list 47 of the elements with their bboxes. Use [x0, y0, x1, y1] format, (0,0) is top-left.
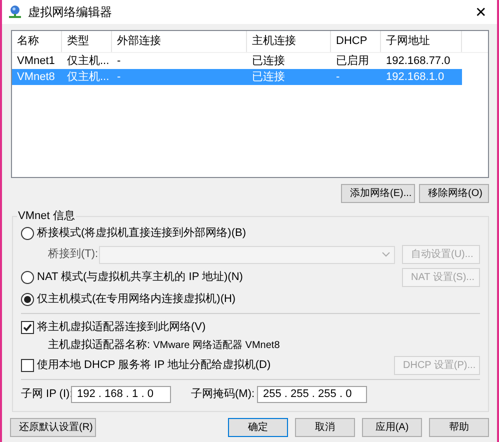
checkbox[interactable]	[21, 358, 34, 372]
table-cell-text: 192.168.77.0	[385, 54, 452, 69]
radio-label: NAT 模式(与虚拟机共享主机的 IP 地址)(N)	[37, 270, 243, 286]
help-button[interactable]: 帮助	[429, 418, 489, 437]
bridge-label: 桥接到(T):	[48, 246, 100, 262]
radio-label: 桥接模式(将虚拟机直接连接到外部网络)(B)	[37, 226, 246, 241]
subnet-mask-label: 子网掩码(M):	[191, 386, 256, 402]
close-button[interactable]: ✕	[471, 2, 491, 22]
ok-button[interactable]: 确定	[228, 418, 288, 437]
table-cell-text: -	[116, 70, 122, 85]
subnet-ip-field[interactable]: 192 . 168 . 1 . 0	[71, 386, 171, 402]
radio-button[interactable]	[21, 226, 34, 240]
table-cell-text: VMnet1	[16, 54, 56, 69]
table-cell-text: 仅主机...	[66, 54, 110, 69]
column-header[interactable]: 外部连接	[112, 31, 247, 52]
subnet-mask-field[interactable]: 255 . 255 . 255 . 0	[257, 386, 367, 402]
column-header[interactable]: 子网地址	[381, 31, 462, 52]
radio-button[interactable]	[21, 292, 34, 306]
table-cell-text: 已连接	[251, 70, 286, 85]
radio-button[interactable]	[21, 271, 34, 284]
add-network-button[interactable]: 添加网络(E)...	[341, 184, 415, 203]
group-title: VMnet 信息	[17, 209, 76, 223]
table-cell-text: VMnet8	[16, 70, 56, 85]
table-cell-text: 已连接	[251, 54, 286, 69]
column-header[interactable]: DHCP	[331, 31, 381, 52]
checkbox[interactable]	[21, 320, 34, 334]
apply-button[interactable]: 应用(A)	[362, 418, 422, 437]
remove-network-button[interactable]: 移除网络(O)	[419, 184, 489, 203]
checkbox-label: 将主机虚拟适配器连接到此网络(V)	[37, 320, 206, 335]
column-header[interactable]: 类型	[62, 31, 112, 52]
window-title: 虚拟网络编辑器	[28, 4, 113, 21]
column-header[interactable]: 主机连接	[247, 31, 331, 52]
adapter-name-label: 主机虚拟适配器名称:	[48, 338, 150, 353]
table-cell-text: -	[335, 70, 341, 85]
table-cell-text: 已启用	[335, 54, 370, 69]
table-cell-text: 仅主机...	[66, 70, 110, 85]
adapter-name: VMware 网络适配器 VMnet8	[153, 338, 280, 352]
checkbox-label: 使用本地 DHCP 服务将 IP 地址分配给虚拟机(D)	[37, 358, 271, 373]
chevron-down-icon	[382, 252, 390, 257]
radio-label: 仅主机模式(在专用网络内连接虚拟机)(H)	[37, 292, 236, 307]
table-cell-text: -	[116, 54, 122, 69]
column-header[interactable]: 名称	[12, 31, 62, 52]
network-icon	[8, 5, 22, 19]
table-row[interactable]: VMnet1 仅主机... - 已连接 已启用 192.168.77.0	[12, 53, 462, 69]
table-cell-text: 192.168.1.0	[385, 70, 446, 85]
restore-defaults-button[interactable]: 还原默认设置(R)	[10, 418, 96, 437]
cancel-button[interactable]: 取消	[295, 418, 355, 437]
